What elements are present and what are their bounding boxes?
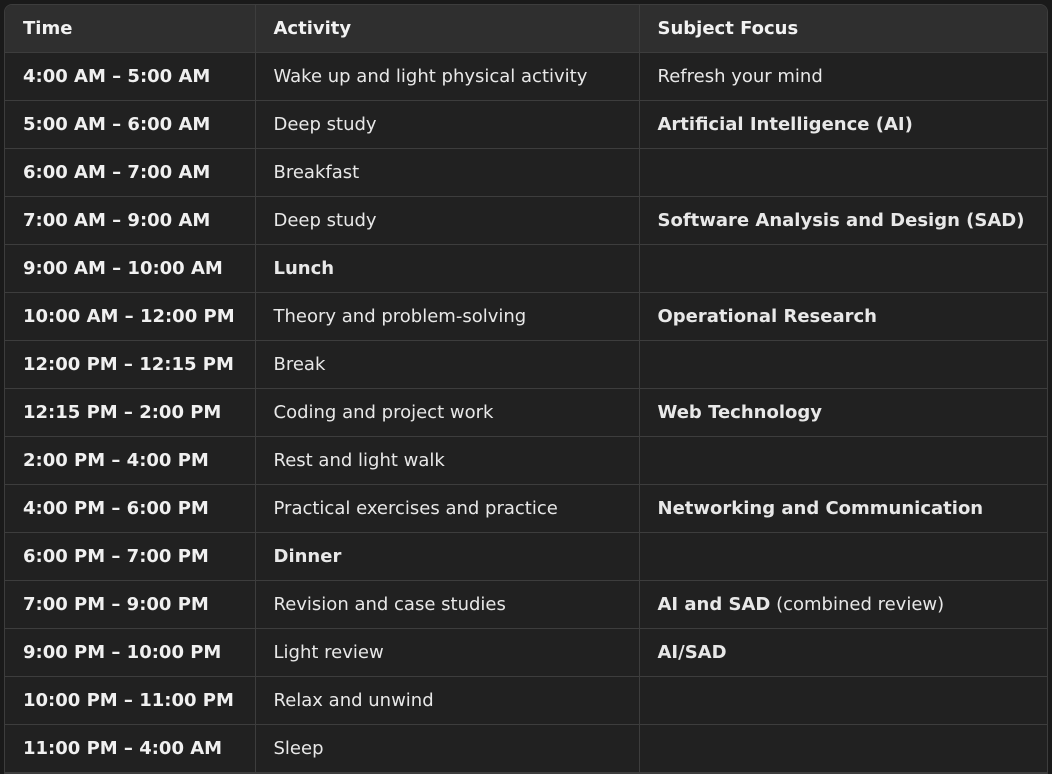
cell-subject-focus — [639, 532, 1047, 581]
header-time: Time — [5, 5, 256, 53]
subject-emphasis: AI/SAD — [657, 641, 727, 663]
cell-subject-focus — [639, 724, 1047, 773]
subject-emphasis: AI and SAD — [657, 593, 771, 615]
cell-time: 10:00 PM – 11:00 PM — [5, 676, 256, 725]
subject-emphasis: Software Analysis and Design (SAD) — [657, 209, 1025, 231]
cell-time: 6:00 PM – 7:00 PM — [5, 532, 256, 581]
cell-activity: Relax and unwind — [255, 676, 640, 725]
cell-time: 10:00 AM – 12:00 PM — [5, 292, 256, 341]
subject-emphasis: Artificial Intelligence (AI) — [657, 113, 913, 135]
cell-time: 7:00 PM – 9:00 PM — [5, 580, 256, 629]
cell-subject-focus: Refresh your mind — [639, 52, 1047, 101]
table-row: 7:00 PM – 9:00 PM Revision and case studi… — [5, 580, 1047, 629]
cell-time: 12:15 PM – 2:00 PM — [5, 388, 256, 437]
cell-subject-focus — [639, 244, 1047, 293]
cell-activity: Light review — [255, 628, 640, 677]
header-subject-focus: Subject Focus — [639, 5, 1047, 53]
cell-time: 12:00 PM – 12:15 PM — [5, 340, 256, 389]
cell-time: 6:00 AM – 7:00 AM — [5, 148, 256, 197]
cell-activity: Dinner — [255, 532, 640, 581]
header-row: Time Activity Subject Focus — [5, 5, 1047, 53]
header-activity: Activity — [255, 5, 640, 53]
table-row: 9:00 PM – 10:00 PM Light review AI/SAD — [5, 628, 1047, 677]
table-row: 4:00 PM – 6:00 PM Practical exercises and… — [5, 484, 1047, 533]
cell-activity: Coding and project work — [255, 388, 640, 437]
cell-activity: Deep study — [255, 100, 640, 149]
cell-subject-focus: Software Analysis and Design (SAD) — [639, 196, 1047, 245]
schedule-table-container: Time Activity Subject Focus 4:00 AM – 5:… — [4, 4, 1048, 774]
cell-time: 5:00 AM – 6:00 AM — [5, 100, 256, 149]
cell-subject-focus: AI/SAD — [639, 628, 1047, 677]
cell-subject-focus — [639, 676, 1047, 725]
cell-activity: Wake up and light physical activity — [255, 52, 640, 101]
cell-activity: Practical exercises and practice — [255, 484, 640, 533]
schedule-table: Time Activity Subject Focus 4:00 AM – 5:… — [5, 5, 1047, 773]
cell-activity: Breakfast — [255, 148, 640, 197]
cell-subject-focus: Artificial Intelligence (AI) — [639, 100, 1047, 149]
table-row: 4:00 AM – 5:00 AM Wake up and light physi… — [5, 52, 1047, 101]
subject-text: Refresh your mind — [657, 65, 823, 87]
cell-time: 7:00 AM – 9:00 AM — [5, 196, 256, 245]
cell-activity: Sleep — [255, 724, 640, 773]
cell-time: 9:00 PM – 10:00 PM — [5, 628, 256, 677]
table-row: 6:00 PM – 7:00 PM Dinner — [5, 532, 1047, 581]
cell-activity: Theory and problem-solving — [255, 292, 640, 341]
cell-activity: Deep study — [255, 196, 640, 245]
table-row: 10:00 AM – 12:00 PM Theory and problem-so… — [5, 292, 1047, 341]
cell-subject-focus: Operational Research — [639, 292, 1047, 341]
table-row: 6:00 AM – 7:00 AM Breakfast — [5, 148, 1047, 197]
table-row: 5:00 AM – 6:00 AM Deep study Artificial In… — [5, 100, 1047, 149]
table-row: 12:00 PM – 12:15 PM Break — [5, 340, 1047, 389]
subject-emphasis: Web Technology — [657, 401, 823, 423]
cell-activity: Break — [255, 340, 640, 389]
cell-subject-focus: Networking and Communication — [639, 484, 1047, 533]
cell-time: 4:00 PM – 6:00 PM — [5, 484, 256, 533]
table-row: 2:00 PM – 4:00 PM Rest and light walk — [5, 436, 1047, 485]
cell-activity: Revision and case studies — [255, 580, 640, 629]
cell-time: 11:00 PM – 4:00 AM — [5, 724, 256, 773]
subject-emphasis: Operational Research — [657, 305, 877, 327]
cell-subject-focus: Web Technology — [639, 388, 1047, 437]
cell-subject-focus — [639, 340, 1047, 389]
cell-activity: Rest and light walk — [255, 436, 640, 485]
cell-subject-focus — [639, 148, 1047, 197]
cell-subject-focus: AI and SAD (combined review) — [639, 580, 1047, 629]
table-row: 9:00 AM – 10:00 AM Lunch — [5, 244, 1047, 293]
cell-time: 9:00 AM – 10:00 AM — [5, 244, 256, 293]
table-row: 12:15 PM – 2:00 PM Coding and project wor… — [5, 388, 1047, 437]
cell-activity: Lunch — [255, 244, 640, 293]
cell-subject-focus — [639, 436, 1047, 485]
table-header: Time Activity Subject Focus — [5, 5, 1047, 53]
table-row: 10:00 PM – 11:00 PM Relax and unwind — [5, 676, 1047, 725]
cell-time: 2:00 PM – 4:00 PM — [5, 436, 256, 485]
subject-text: (combined review) — [770, 593, 945, 615]
table-row: 7:00 AM – 9:00 AM Deep study Software Anal… — [5, 196, 1047, 245]
table-body: 4:00 AM – 5:00 AM Wake up and light physi… — [5, 52, 1047, 773]
subject-emphasis: Networking and Communication — [657, 497, 984, 519]
table-row: 11:00 PM – 4:00 AM Sleep — [5, 724, 1047, 773]
cell-time: 4:00 AM – 5:00 AM — [5, 52, 256, 101]
